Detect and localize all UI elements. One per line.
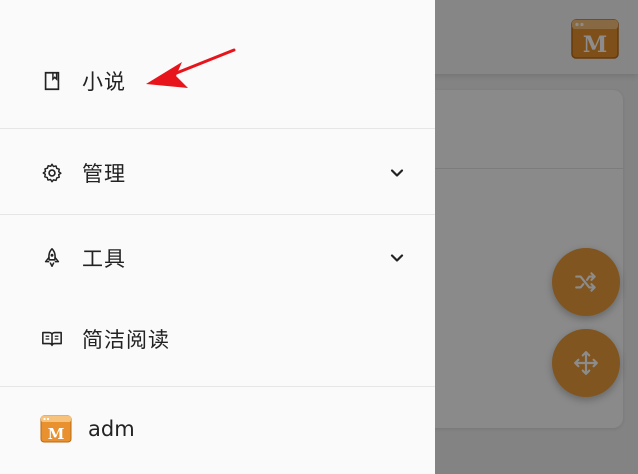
navigation-drawer: 小说 管理 工具 简洁阅读 M adm: [0, 0, 435, 474]
user-account[interactable]: M adm: [0, 406, 435, 452]
nav-item-label: 简洁阅读: [82, 328, 170, 352]
chevron-down-icon[interactable]: [388, 164, 406, 182]
user-name: adm: [88, 417, 135, 441]
annotation-arrow-icon: [146, 48, 236, 88]
nav-item-label: 工具: [82, 247, 126, 271]
nav-item-label: 小说: [82, 70, 126, 94]
book-icon: [40, 69, 64, 93]
nav-item-manage[interactable]: 管理: [0, 150, 435, 196]
divider: [0, 386, 435, 387]
gear-icon: [40, 161, 64, 185]
nav-item-tools[interactable]: 工具: [0, 235, 435, 281]
divider: [0, 214, 435, 215]
svg-text:M: M: [48, 425, 65, 443]
open-book-icon: [40, 327, 64, 351]
user-avatar-icon: M: [40, 415, 72, 443]
nav-item-simple-reading[interactable]: 简洁阅读: [0, 316, 435, 362]
chevron-down-icon[interactable]: [388, 249, 406, 267]
nav-item-label: 管理: [82, 162, 126, 186]
divider: [0, 128, 435, 129]
rocket-icon: [40, 246, 64, 270]
